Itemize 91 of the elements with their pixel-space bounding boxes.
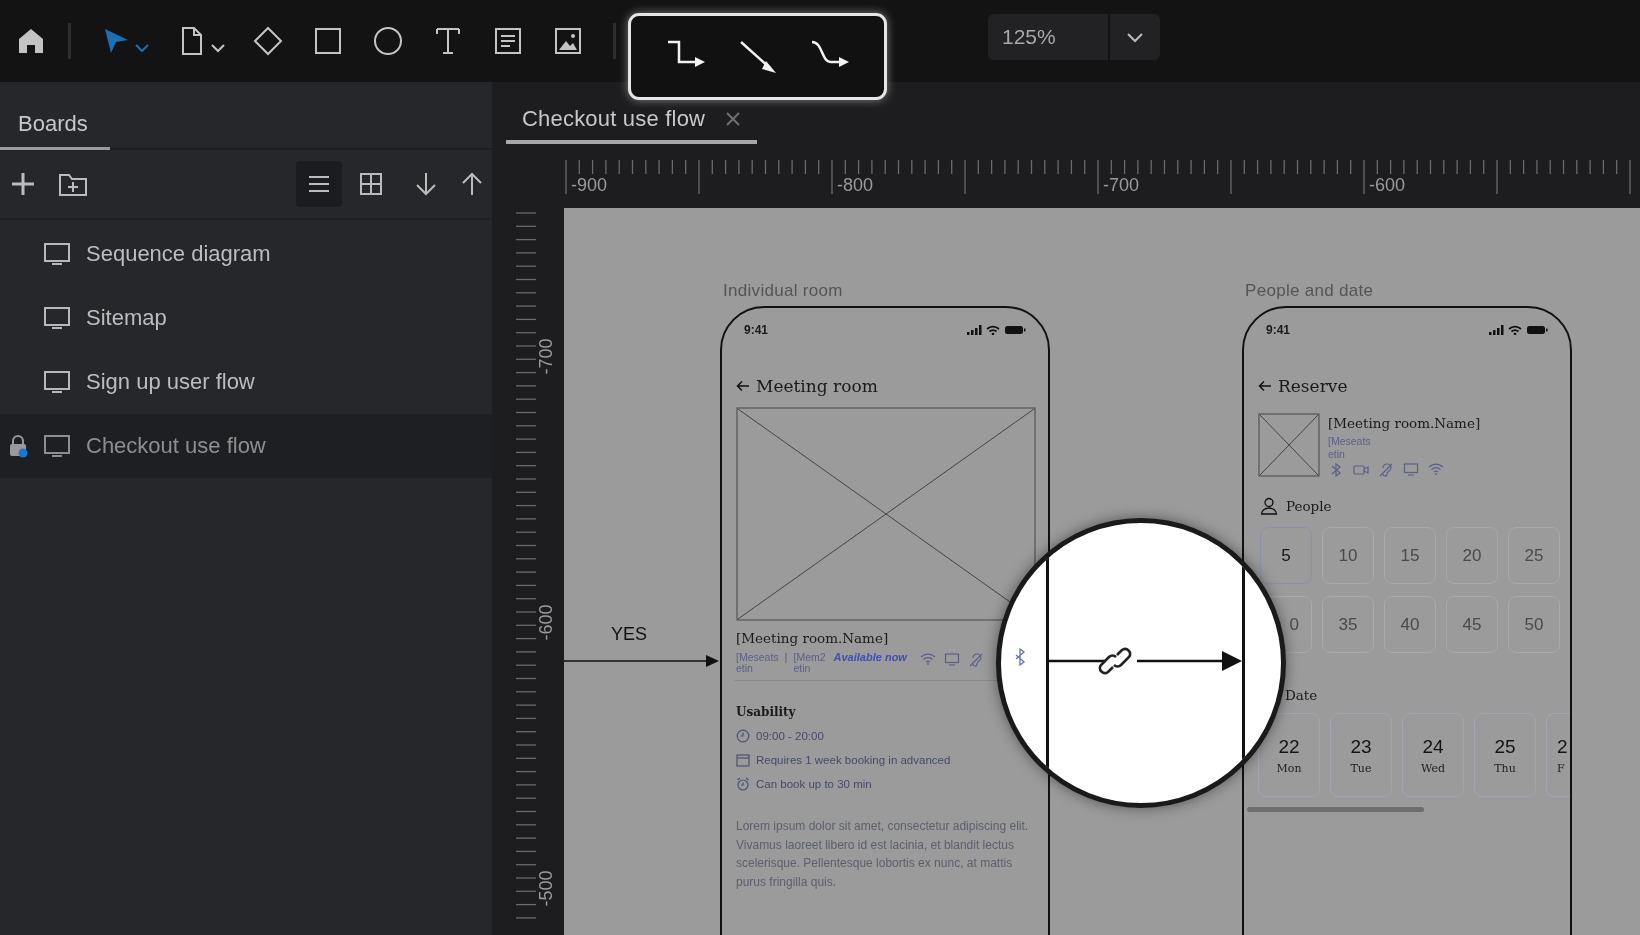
meta-text: etin — [1328, 447, 1346, 460]
meta-text: [Meseats — [736, 652, 779, 663]
room-name: [Meeting room.Name] — [1328, 415, 1481, 431]
close-icon[interactable] — [725, 111, 742, 127]
bluetooth-icon — [1015, 647, 1026, 667]
detail-text: 09:00 - 20:00 — [756, 730, 824, 742]
calendar-icon — [736, 753, 750, 767]
wifi-icon — [920, 652, 936, 667]
ruler-label: -700 — [1103, 175, 1140, 196]
home-icon[interactable] — [16, 26, 46, 56]
wifi-icon — [986, 325, 1000, 335]
person-icon — [1260, 497, 1278, 515]
meta-text: etin — [736, 663, 753, 674]
up-arrow-icon[interactable] — [460, 171, 484, 197]
date-option[interactable]: 25 Thu — [1474, 713, 1536, 797]
frame-title: Individual room — [723, 281, 843, 301]
status-time: 9:41 — [1266, 323, 1291, 337]
detail-text: Can book up to 30 min — [756, 778, 872, 790]
grid-icon — [359, 172, 383, 196]
wifi-icon — [1428, 462, 1444, 477]
room-name: [Meeting room.Name] — [736, 630, 890, 646]
list-view-button[interactable] — [296, 161, 342, 207]
caret-icon[interactable] — [211, 43, 225, 53]
section-label: People — [1286, 498, 1332, 514]
board-icon — [44, 370, 70, 394]
add-icon[interactable] — [10, 171, 36, 197]
clock-icon — [736, 729, 750, 743]
chevron-icon — [1126, 31, 1144, 43]
status-time: 9:41 — [744, 323, 769, 337]
wifi-icon — [1508, 325, 1522, 335]
frame-title: People and date — [1245, 281, 1374, 301]
date-option[interactable]: 2 F — [1546, 713, 1570, 797]
battery-icon — [1004, 325, 1026, 335]
zoom-field[interactable]: 125% — [988, 14, 1110, 60]
availability-status: Available now — [833, 652, 907, 663]
signal-icon — [1489, 325, 1504, 335]
ruler-label: -600 — [535, 604, 557, 641]
diamond-icon[interactable] — [253, 26, 283, 56]
document-tab[interactable]: Checkout use flow — [506, 106, 758, 144]
date-option[interactable]: 23 Tue — [1330, 713, 1392, 797]
board-item[interactable]: Sequence diagram — [0, 222, 492, 286]
ruler-label: -600 — [1369, 175, 1406, 196]
people-option[interactable]: 45 — [1446, 596, 1498, 653]
board-icon — [44, 242, 70, 266]
note-icon[interactable] — [493, 26, 523, 56]
section-heading: Usability — [736, 705, 797, 719]
detail-text: Requires 1 week booking in advanced — [756, 754, 951, 766]
ruler-label: -700 — [535, 338, 557, 375]
board-name: Sequence diagram — [86, 241, 271, 267]
description-text: Lorem ipsum dolor sit amet, consectetur adipiscing elit. Vivamus laoreet libero id est lacinia, et blandit lectus scelerisque. Pellentesque lobortis ex nunc, at mattis purus fringilla quis. — [736, 818, 1030, 891]
signal-icon — [967, 325, 982, 335]
meta-text: [Meseats — [1328, 435, 1372, 448]
ruler-label: -900 — [571, 175, 608, 196]
screen-title: Reserve — [1278, 376, 1348, 396]
circle-icon[interactable] — [373, 26, 403, 56]
board-item[interactable]: Sign up user flow — [0, 350, 492, 414]
board-item[interactable]: Checkout use flow — [0, 414, 492, 478]
image-placeholder — [1258, 413, 1320, 477]
connector-label: YES — [611, 624, 648, 645]
meta-separator: | — [784, 652, 788, 663]
meta-text: etin — [793, 663, 811, 674]
monitor-icon — [944, 652, 960, 667]
board-name: Sign up user flow — [86, 369, 255, 395]
ear-icon — [1378, 462, 1394, 477]
board-icon — [44, 306, 70, 330]
rectangle-icon[interactable] — [313, 26, 343, 56]
board-name: Sitemap — [86, 305, 167, 331]
battery-icon — [1526, 325, 1548, 335]
screen-title: Meeting room — [756, 376, 878, 396]
image-icon[interactable] — [553, 26, 583, 56]
people-option[interactable]: 25 — [1508, 527, 1560, 584]
ruler-label: -500 — [535, 870, 557, 907]
down-arrow-icon[interactable] — [414, 171, 438, 197]
people-option[interactable]: 5 — [1260, 527, 1312, 584]
ear-icon — [968, 652, 984, 667]
meta-text: [Mem2 — [793, 652, 826, 663]
board-name: Checkout use flow — [86, 433, 266, 459]
board-icon — [44, 434, 70, 458]
folder-add-icon[interactable] — [58, 171, 88, 197]
section-label: Date — [1285, 687, 1318, 703]
link-icon — [1098, 647, 1132, 675]
sidebar-tab[interactable]: Boards — [0, 111, 110, 150]
monitor-icon — [1403, 462, 1419, 477]
alarm-clock-icon — [736, 777, 750, 791]
back-arrow-icon — [736, 380, 750, 392]
date-option[interactable]: 24 Wed — [1402, 713, 1464, 797]
video-camera-icon — [1353, 462, 1369, 477]
back-arrow-icon — [1258, 380, 1272, 392]
board-item[interactable]: Sitemap — [0, 286, 492, 350]
ruler-label: -800 — [837, 175, 874, 196]
text-icon[interactable] — [433, 26, 463, 56]
